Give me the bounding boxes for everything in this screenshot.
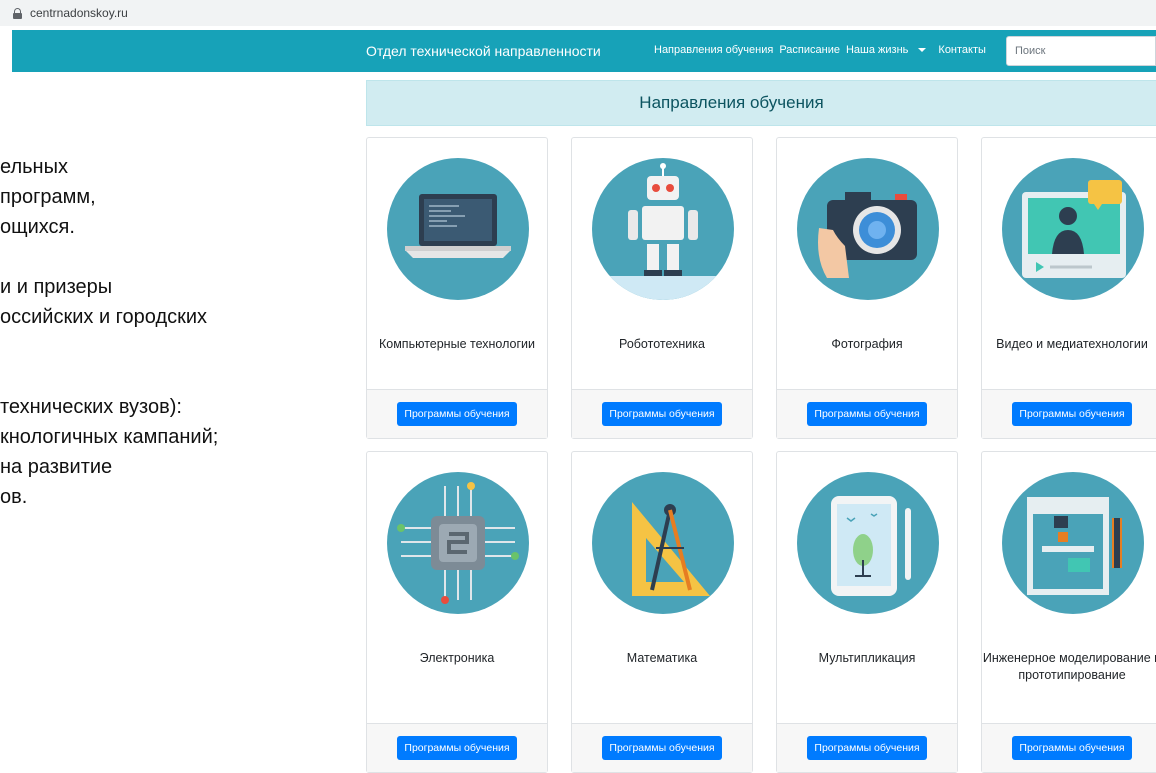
- robot-icon: [592, 158, 734, 300]
- card-footer: Программы обучения: [367, 723, 547, 772]
- laptop-icon: [387, 158, 529, 300]
- caret-down-icon: [918, 48, 927, 53]
- programs-button[interactable]: Программы обучения: [602, 736, 722, 760]
- address-bar[interactable]: centrnadonskoy.ru: [0, 0, 1156, 26]
- intro-line: оссийских и городских: [0, 306, 208, 328]
- course-card-animation[interactable]: Мультипликация Программы обучения: [776, 451, 958, 773]
- programs-button[interactable]: Программы обучения: [1012, 402, 1132, 426]
- course-card-photo[interactable]: Фотография Программы обучения: [776, 137, 958, 439]
- nav-link-directions[interactable]: Направления обучения: [654, 44, 773, 56]
- card-title: Робототехника: [619, 337, 705, 351]
- intro-line: на развитие: [0, 456, 113, 478]
- intro-line: [0, 242, 340, 272]
- card-title: Мультипликация: [818, 651, 916, 665]
- camera-icon: [797, 158, 939, 300]
- nav-link-our-life[interactable]: Наша жизнь: [846, 44, 932, 56]
- intro-line: [0, 332, 340, 362]
- nav-links: Направления обучения Расписание Наша жиз…: [654, 44, 992, 56]
- course-card-video[interactable]: Видео и медиатехнологии Программы обучен…: [981, 137, 1156, 439]
- course-card-engineering[interactable]: Инженерное моделирование и прототипирова…: [981, 451, 1156, 773]
- card-footer: Программы обучения: [572, 723, 752, 772]
- section-header: Направления обучения: [366, 80, 1156, 126]
- card-footer: Программы обучения: [777, 389, 957, 438]
- programs-button[interactable]: Программы обучения: [807, 402, 927, 426]
- search-input[interactable]: [1006, 36, 1156, 66]
- 3d-printer-icon: [1002, 472, 1144, 614]
- programs-button[interactable]: Программы обучения: [1012, 736, 1132, 760]
- navbar-brand[interactable]: Отдел технической направленности: [366, 43, 601, 59]
- chip-icon: [387, 472, 529, 614]
- programs-button[interactable]: Программы обучения: [397, 736, 517, 760]
- nav-link-schedule[interactable]: Расписание: [779, 44, 840, 56]
- intro-line: ощихся.: [0, 216, 75, 238]
- programs-button[interactable]: Программы обучения: [602, 402, 722, 426]
- intro-line: кнологичных кампаний;: [0, 426, 219, 448]
- programs-button[interactable]: Программы обучения: [397, 402, 517, 426]
- intro-line: технических вузов):: [0, 396, 182, 418]
- address-url[interactable]: centrnadonskoy.ru: [30, 6, 128, 20]
- lock-icon: [13, 7, 22, 19]
- intro-line: и и призеры: [0, 276, 113, 298]
- card-footer: Программы обучения: [982, 389, 1156, 438]
- intro-line: [0, 362, 340, 392]
- card-title: Компьютерные технологии: [378, 337, 535, 351]
- intro-text: ельных программ, ощихся. и и призеры осс…: [0, 152, 340, 512]
- tablet-drawing-icon: [797, 472, 939, 614]
- compass-ruler-icon: [592, 472, 734, 614]
- course-card-robotics[interactable]: Робототехника Программы обучения: [571, 137, 753, 439]
- card-title: Видео и медиатехнологии: [996, 337, 1148, 351]
- nav-link-our-life-label: Наша жизнь: [845, 44, 909, 56]
- course-card-math[interactable]: Математика Программы обучения: [571, 451, 753, 773]
- intro-line: программ,: [0, 186, 96, 208]
- section-title: Направления обучения: [639, 93, 824, 112]
- card-footer: Программы обучения: [777, 723, 957, 772]
- course-card-electronics[interactable]: Электроника Программы обучения: [366, 451, 548, 773]
- card-footer: Программы обучения: [982, 723, 1156, 772]
- video-icon: [1002, 158, 1144, 300]
- top-navbar: Отдел технической направленности Направл…: [12, 30, 1156, 72]
- card-footer: Программы обучения: [572, 389, 752, 438]
- course-card-computers[interactable]: Компьютерные технологии Программы обучен…: [366, 137, 548, 439]
- card-title: Математика: [626, 651, 698, 665]
- card-title: Электроника: [419, 651, 495, 665]
- card-footer: Программы обучения: [367, 389, 547, 438]
- nav-link-contacts[interactable]: Контакты: [938, 44, 986, 56]
- card-title: Фотография: [831, 337, 903, 351]
- programs-button[interactable]: Программы обучения: [807, 736, 927, 760]
- card-title: Инженерное моделирование и прототипирова…: [982, 651, 1156, 682]
- intro-line: ельных: [0, 156, 68, 178]
- intro-line: ов.: [0, 486, 28, 508]
